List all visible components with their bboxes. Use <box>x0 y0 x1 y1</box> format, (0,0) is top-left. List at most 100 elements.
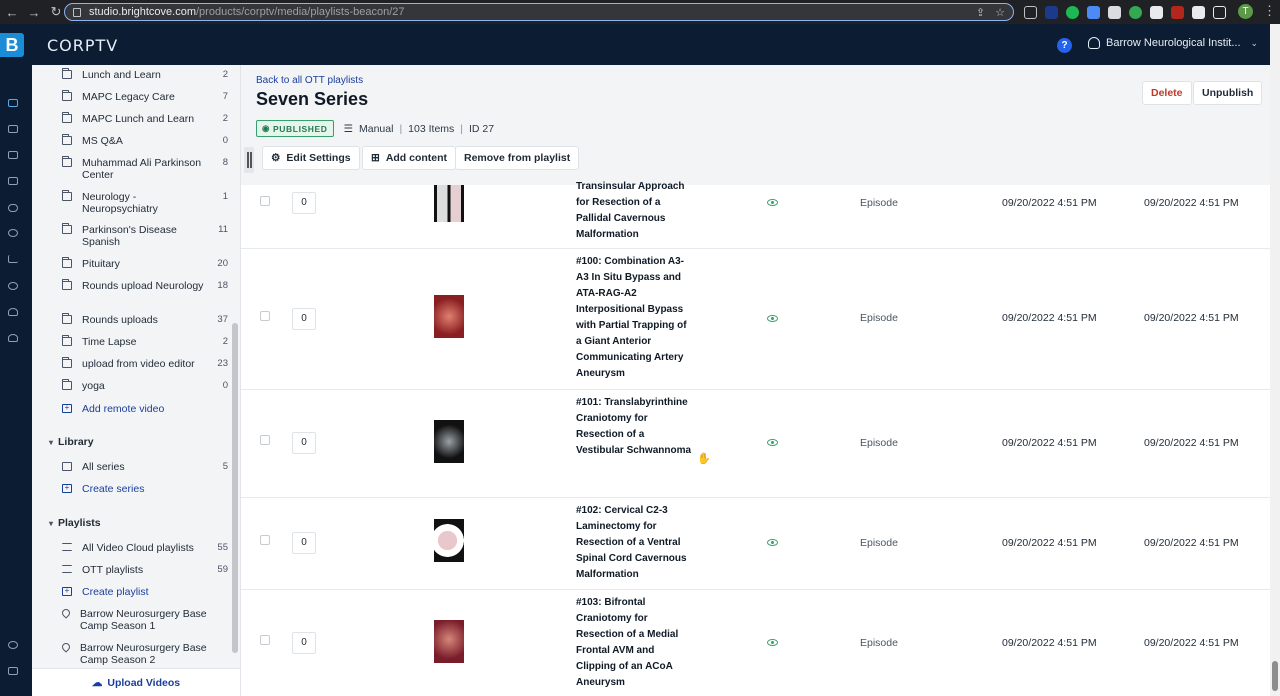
extension-icon[interactable] <box>1045 5 1058 19</box>
sidebar-folder[interactable]: upload from video editor 23 <box>62 357 228 370</box>
puzzle-icon[interactable] <box>1192 5 1205 19</box>
all-video-cloud-playlists-item[interactable]: All Video Cloud playlists 55 <box>62 542 228 554</box>
users-icon[interactable] <box>8 308 18 316</box>
sidebar-folder[interactable]: MS Q&A 0 <box>62 134 228 147</box>
player-icon[interactable] <box>8 282 18 290</box>
sidebar-folder[interactable]: MAPC Legacy Care 7 <box>62 90 228 103</box>
extension-icon[interactable] <box>1171 5 1184 19</box>
folder-count: 0 <box>222 380 228 391</box>
extension-icon[interactable] <box>1129 5 1142 19</box>
extension-icon[interactable] <box>1108 5 1121 19</box>
reload-icon[interactable]: ↻ <box>46 4 66 20</box>
row-checkbox[interactable] <box>260 635 270 645</box>
position-input[interactable]: 0 <box>292 532 316 554</box>
profile-avatar[interactable]: T <box>1238 4 1253 19</box>
folder-icon[interactable] <box>8 177 18 185</box>
playlists-section-header[interactable]: ▾ Playlists <box>49 517 101 529</box>
position-input[interactable]: 0 <box>292 192 316 214</box>
position-input[interactable]: 0 <box>292 308 316 330</box>
bookmark-star-icon[interactable]: ☆ <box>995 6 1005 19</box>
extension-icon[interactable] <box>1087 5 1100 19</box>
pinned-playlist-item[interactable]: Barrow Neurosurgery Base Camp Season 2 <box>60 641 228 666</box>
add-content-button[interactable]: ⊞ Add content <box>362 146 457 170</box>
video-name[interactable]: #102: Cervical C2-3 Laminectomy for Rese… <box>576 503 694 583</box>
row-checkbox[interactable] <box>260 435 270 445</box>
add-remote-video-link[interactable]: + Add remote video <box>62 403 228 415</box>
folder-icon <box>62 223 72 234</box>
all-series-item[interactable]: All series 5 <box>62 461 228 473</box>
pinned-playlist-item[interactable]: Barrow Neurosurgery Base Camp Season 1 <box>60 607 228 632</box>
video-thumbnail[interactable] <box>434 420 464 463</box>
gear-icon[interactable] <box>8 641 18 649</box>
extension-icon[interactable] <box>1066 5 1079 19</box>
edit-settings-button[interactable]: ⚙ Edit Settings <box>262 146 360 170</box>
ott-icon[interactable] <box>8 151 18 159</box>
row-checkbox[interactable] <box>260 535 270 545</box>
sidebar-folder[interactable]: Rounds uploads 37 <box>62 313 228 326</box>
page-scrollbar[interactable] <box>1270 24 1280 696</box>
extension-icon[interactable] <box>1024 5 1037 19</box>
extension-icon[interactable] <box>1150 5 1163 19</box>
folder-label: Lunch and Learn <box>82 69 161 81</box>
sidebar-folder[interactable]: yoga 0 <box>62 379 228 392</box>
row-checkbox[interactable] <box>260 311 270 321</box>
row-checkbox[interactable] <box>260 196 270 206</box>
help-icon[interactable]: ? <box>1057 38 1072 53</box>
create-series-link[interactable]: + Create series <box>62 483 228 495</box>
video-name[interactable]: #101: Translabyrinthine Craniotomy for R… <box>576 395 694 459</box>
sidebar-folder[interactable]: Lunch and Learn 2 <box>62 68 228 81</box>
sidebar-scrollbar[interactable] <box>232 323 238 653</box>
video-thumbnail[interactable] <box>434 519 464 562</box>
video-name[interactable]: Transinsular Approach for Resection of a… <box>576 179 694 243</box>
video-thumbnail[interactable] <box>434 620 464 663</box>
table-row[interactable]: 0 Transinsular Approach for Resection of… <box>241 181 1270 249</box>
layers-icon[interactable] <box>8 125 18 133</box>
table-row[interactable]: 0 #101: Translabyrinthine Craniotomy for… <box>241 390 1270 498</box>
video-name[interactable]: #103: Bifrontal Craniotomy for Resection… <box>576 595 694 691</box>
position-input[interactable]: 0 <box>292 632 316 654</box>
delete-button[interactable]: Delete <box>1142 81 1192 105</box>
share-icon[interactable]: ⇪ <box>976 6 985 19</box>
media-icon[interactable] <box>8 99 18 107</box>
table-row[interactable]: 0 #100: Combination A3-A3 In Situ Bypass… <box>241 249 1270 390</box>
share-icon[interactable] <box>8 229 18 237</box>
account-menu[interactable]: Barrow Neurological Instit... ⌄ <box>1088 37 1258 49</box>
folder-count: 11 <box>218 224 228 235</box>
sidebar-folder[interactable]: Neurology - Neuropsychiatry 1 <box>62 190 228 215</box>
video-name[interactable]: #100: Combination A3-A3 In Situ Bypass a… <box>576 254 694 382</box>
audience-icon[interactable] <box>8 334 18 342</box>
video-thumbnail[interactable] <box>434 295 464 338</box>
address-bar[interactable]: studio.brightcove.com/products/corptv/me… <box>64 3 1014 21</box>
table-row[interactable]: 0 #102: Cervical C2-3 Laminectomy for Re… <box>241 498 1270 590</box>
video-thumbnail[interactable] <box>434 185 464 222</box>
scrollbar-thumb[interactable] <box>1272 661 1278 691</box>
sidepanel-icon[interactable] <box>1213 5 1226 19</box>
all-series-count: 5 <box>222 461 228 472</box>
sidebar-folder[interactable]: Muhammad Ali Parkinson Center 8 <box>62 156 228 181</box>
back-link[interactable]: Back to all OTT playlists <box>256 75 363 86</box>
sidebar-folder[interactable]: Pituitary 20 <box>62 257 228 270</box>
hand-cursor-icon: ✋ <box>697 453 711 465</box>
panel-drag-handle[interactable] <box>244 147 254 173</box>
sidebar-folder[interactable]: Parkinson's Disease Spanish 11 <box>62 223 228 248</box>
unpublish-button[interactable]: Unpublish <box>1193 81 1263 105</box>
library-section-header[interactable]: ▾ Library <box>49 436 94 448</box>
sidebar-folder[interactable]: Time Lapse 2 <box>62 335 228 348</box>
upload-videos-button[interactable]: ☁ Upload Videos <box>32 668 240 696</box>
table-row[interactable]: 0 #103: Bifrontal Craniotomy for Resecti… <box>241 590 1270 696</box>
create-playlist-link[interactable]: + Create playlist <box>62 586 228 598</box>
app-brand[interactable]: CORPTV <box>47 36 118 55</box>
sidebar-folder[interactable]: Rounds upload Neurology 18 <box>62 279 228 292</box>
status-badge: ◉ PUBLISHED <box>256 120 334 137</box>
analytics-icon[interactable] <box>8 255 18 263</box>
browser-menu-icon[interactable]: ⋮ <box>1263 3 1276 19</box>
cloud-icon[interactable] <box>8 204 18 212</box>
position-input[interactable]: 0 <box>292 432 316 454</box>
back-arrow-icon[interactable]: ← <box>2 5 22 20</box>
ott-playlists-item[interactable]: OTT playlists 59 <box>62 564 228 576</box>
cart-icon[interactable] <box>8 667 18 675</box>
sidebar-folder[interactable]: MAPC Lunch and Learn 2 <box>62 112 228 125</box>
remove-from-playlist-button[interactable]: Remove from playlist <box>455 146 580 170</box>
forward-arrow-icon[interactable]: → <box>24 5 44 20</box>
brightcove-logo[interactable]: B <box>0 33 24 57</box>
